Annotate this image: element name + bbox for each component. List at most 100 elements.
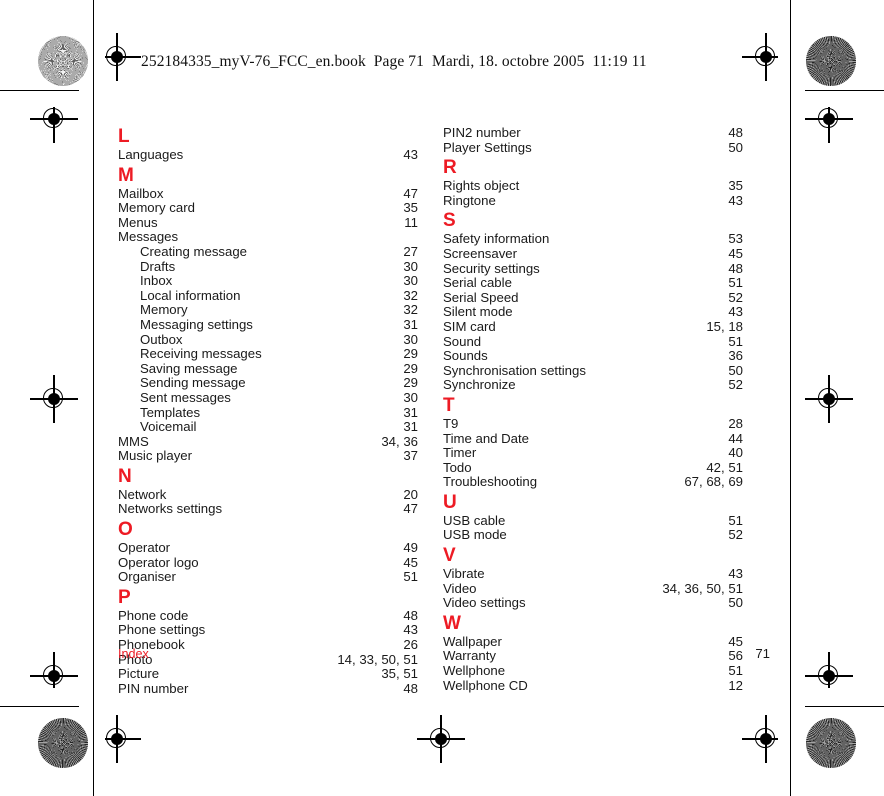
footer-section-label: Index	[118, 647, 149, 661]
index-entry-term: Languages	[118, 147, 184, 162]
index-entry-pages: 30	[403, 389, 418, 405]
index-entry[interactable]: Music player 37	[118, 449, 418, 464]
index-entry[interactable]: Rights object 35	[443, 179, 743, 194]
index-entry[interactable]: Video settings 50	[443, 596, 743, 611]
index-entry[interactable]: PIN2 number 48	[443, 125, 743, 141]
color-rosette-bottom-left	[38, 718, 88, 768]
index-entry-term: Video	[443, 580, 477, 596]
index-subentry[interactable]: Creating message 27	[118, 243, 418, 260]
index-entry-pages: 43	[728, 566, 743, 582]
index-entry-term: Operator logo	[118, 554, 199, 570]
index-entry[interactable]: Serial Speed 52	[443, 289, 743, 306]
index-subentry[interactable]: Outbox 30	[118, 331, 418, 348]
index-entry[interactable]: Picture 35, 51	[118, 667, 418, 682]
index-entry-pages: 30	[403, 258, 418, 274]
index-subentry[interactable]: Saving message 29	[118, 361, 418, 377]
index-subentry[interactable]: Receiving messages 29	[118, 347, 418, 362]
index-entry-pages: 43	[728, 192, 743, 208]
index-entry[interactable]: Sounds 36	[443, 349, 743, 364]
index-columns: L Languages 43 M Mailbox 47 Memory card 35 Menus…	[118, 125, 770, 695]
index-entry[interactable]: Wellphone CD 12	[443, 678, 743, 694]
index-entry-term: Synchronize	[443, 377, 516, 393]
index-entry-term: Sent messages	[140, 389, 231, 405]
index-entry[interactable]: Vibrate 43	[443, 566, 743, 582]
index-entry[interactable]: Operator 49	[118, 540, 418, 556]
index-entry-term: PIN number	[118, 680, 189, 696]
index-entry-pages: 30	[403, 331, 418, 347]
index-subentry[interactable]: Drafts 30	[118, 258, 418, 275]
index-entry-term: Picture	[118, 666, 160, 682]
index-entry-term: Troubleshooting	[443, 474, 538, 490]
index-subentry[interactable]: Sent messages 30	[118, 389, 418, 406]
index-entry[interactable]: Time and Date 44	[443, 431, 743, 447]
index-entry-term: Sounds	[443, 348, 488, 364]
index-entry[interactable]: Synchronisation settings 50	[443, 363, 743, 379]
index-entry[interactable]: Todo 42, 51	[443, 459, 743, 476]
index-entry[interactable]: Troubleshooting 67, 68, 69	[443, 475, 743, 490]
index-entry[interactable]: Organiser 51	[118, 570, 418, 585]
index-subentry[interactable]: Local information 32	[118, 288, 418, 304]
index-entry-term: Inbox	[140, 273, 173, 289]
index-entry[interactable]: Screensaver 45	[443, 245, 743, 262]
index-entry-pages: 34, 36, 50, 51	[662, 580, 743, 596]
crop-line-right-vertical	[790, 0, 792, 796]
index-entry[interactable]: Player Settings 50	[443, 140, 743, 156]
index-entry-pages: 45	[728, 245, 743, 261]
index-subentry[interactable]: Templates 31	[118, 405, 418, 421]
index-entry-term: Screensaver	[443, 245, 518, 261]
index-entry[interactable]: T9 28	[443, 416, 743, 432]
index-entry[interactable]: Mailbox 47	[118, 186, 418, 202]
index-entry[interactable]: Phone settings 43	[118, 623, 418, 638]
index-entry[interactable]: Serial cable 51	[443, 276, 743, 291]
index-letter-heading: O	[118, 519, 133, 541]
index-entry[interactable]: Network 20	[118, 487, 418, 503]
index-entry-term: Video settings	[443, 595, 526, 611]
index-subentry[interactable]: Messaging settings 31	[118, 317, 418, 333]
index-entry-pages: 27	[403, 243, 418, 259]
index-entry[interactable]: Synchronize 52	[443, 378, 743, 393]
index-entry-term: Networks settings	[118, 501, 223, 517]
index-entry[interactable]: USB cable 51	[443, 512, 743, 529]
crop-line-upper-left-horizontal	[0, 90, 79, 92]
index-subentry[interactable]: Sending message 29	[118, 376, 418, 391]
index-entry[interactable]: Safety information 53	[443, 232, 743, 247]
index-entry-pages: 51	[728, 663, 743, 679]
index-entry[interactable]: Memory card 35	[118, 201, 418, 216]
index-entry-pages: 11	[404, 214, 418, 230]
index-entry-pages: 48	[728, 260, 743, 276]
index-subentry[interactable]: Inbox 30	[118, 274, 418, 289]
index-entry[interactable]: USB mode 52	[443, 528, 743, 543]
index-entry-pages: 49	[403, 540, 418, 556]
index-entry[interactable]: Operator logo 45	[118, 554, 418, 571]
index-entry[interactable]: Timer 40	[443, 445, 743, 461]
color-rosette-bottom-right	[806, 718, 856, 768]
index-entry[interactable]: PIN number 48	[118, 680, 418, 697]
index-entry-pages: 67, 68, 69	[684, 474, 743, 490]
index-entry[interactable]: Ringtone 43	[443, 192, 743, 209]
index-entry[interactable]: Networks settings 47	[118, 502, 418, 517]
index-entry-pages: 29	[403, 346, 418, 362]
index-entry-term: Receiving messages	[140, 346, 262, 362]
index-entry[interactable]: Silent mode 43	[443, 305, 743, 320]
index-subentry[interactable]: Voicemail 31	[118, 419, 418, 435]
index-entry-term: Todo	[443, 459, 472, 475]
index-entry[interactable]: Menus 11	[118, 214, 418, 231]
index-entry-term: Security settings	[443, 260, 540, 276]
index-entry-pages: 47	[403, 501, 418, 517]
index-entry[interactable]: Video 34, 36, 50, 51	[443, 580, 743, 597]
index-entry[interactable]: Sound 51	[443, 334, 743, 350]
index-letter-heading: W	[443, 612, 461, 634]
index-entry[interactable]: Wellphone 51	[443, 663, 743, 679]
index-entry[interactable]: Messages	[118, 230, 418, 245]
index-entry-pages: 52	[728, 289, 743, 305]
index-entry[interactable]: SIM card 15, 18	[443, 319, 743, 335]
index-entry[interactable]: Phone code 48	[118, 608, 418, 624]
index-letter-heading: S	[443, 210, 456, 232]
index-subentry[interactable]: Memory 32	[118, 303, 418, 318]
index-entry-term: Menus	[118, 214, 158, 230]
index-letter-heading: N	[118, 465, 132, 487]
index-entry[interactable]: MMS 34, 36	[118, 434, 418, 450]
index-entry-term: USB cable	[443, 512, 506, 528]
index-entry[interactable]: Security settings 48	[443, 260, 743, 277]
index-entry[interactable]: Languages 43	[118, 147, 418, 163]
